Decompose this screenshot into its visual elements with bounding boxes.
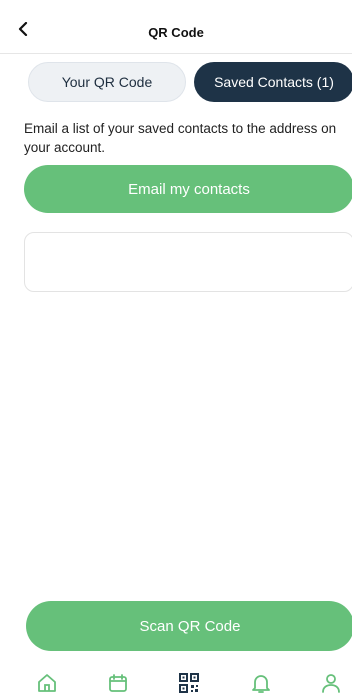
bottom-tab-bar (0, 663, 352, 699)
tab-saved-contacts[interactable]: Saved Contacts (1) (194, 62, 352, 102)
saved-contact-card[interactable] (24, 232, 352, 292)
email-contacts-button[interactable]: Email my contacts (24, 165, 352, 213)
header: QR Code (0, 0, 352, 54)
segmented-tabs: Your QR Code Saved Contacts (1) (28, 62, 352, 102)
tab-your-qr-code[interactable]: Your QR Code (28, 62, 186, 102)
description-text: Email a list of your saved contacts to t… (24, 121, 337, 155)
tab-notifications[interactable] (248, 670, 274, 696)
tab-calendar[interactable] (105, 670, 131, 696)
page-title: QR Code (148, 25, 204, 40)
scan-qr-code-button[interactable]: Scan QR Code (26, 601, 352, 651)
profile-icon (322, 674, 340, 693)
tab-home[interactable] (34, 670, 60, 696)
bell-icon (252, 675, 270, 693)
tab-qr-code[interactable] (176, 670, 202, 696)
tab-profile[interactable] (318, 670, 344, 696)
home-icon (38, 674, 56, 692)
qr-code-icon (179, 673, 199, 693)
calendar-icon (109, 674, 127, 692)
